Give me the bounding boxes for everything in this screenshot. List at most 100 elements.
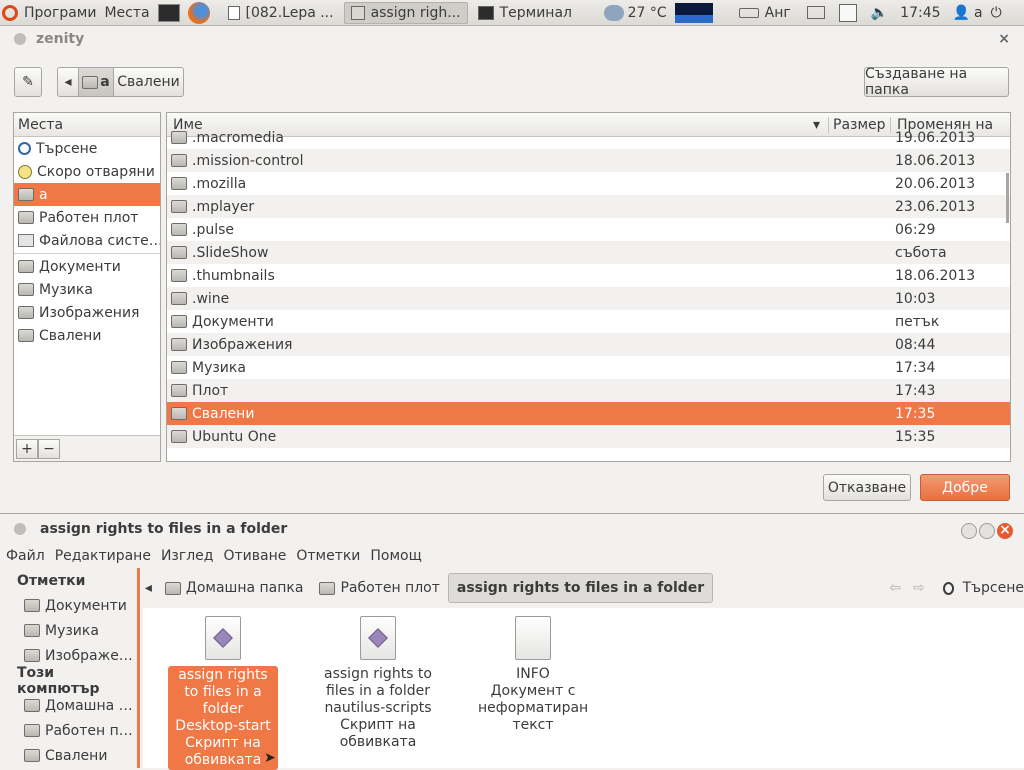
file-row[interactable]: Ubuntu One 15:35 (167, 425, 1010, 448)
file-row[interactable]: .mission-control 18.06.2013 (167, 149, 1010, 172)
sidebar-heading-computer: Този компютър (17, 664, 100, 697)
file-row-selected[interactable]: Свалени 17:35 (167, 402, 1010, 425)
sidebar-item-label: Музика (45, 622, 99, 639)
forward-arrow-icon[interactable]: ⇨ (913, 580, 925, 596)
close-icon[interactable]: × (997, 523, 1013, 539)
search-button-label[interactable]: Търсене (963, 580, 1024, 596)
task-lepa[interactable]: [082.Lepa ... (222, 2, 340, 24)
create-folder-button[interactable]: Създаване на папка (864, 66, 1009, 98)
file-item[interactable]: assign rights to files in a folder nauti… (323, 608, 433, 751)
file-row[interactable]: Документи петък (167, 310, 1010, 333)
edit-path-button[interactable]: ✎ (14, 67, 42, 97)
sidebar-item-home[interactable]: Домашна … (0, 693, 137, 718)
file-list-scrollbar[interactable] (1006, 173, 1009, 223)
apps-menu[interactable]: Програми (0, 0, 100, 26)
menu-view[interactable]: Изглед (155, 548, 218, 564)
minimize-icon[interactable] (961, 523, 977, 539)
file-row[interactable]: .macromedia 19.06.2013 (167, 126, 1010, 149)
back-arrow-icon[interactable]: ⇦ (889, 580, 901, 596)
place-pictures[interactable]: Изображения (14, 301, 160, 324)
power-icon[interactable]: ⏻ (987, 0, 1006, 26)
firefox-launcher-icon[interactable] (184, 0, 214, 26)
keyboard-indicator[interactable]: Анг (735, 0, 795, 26)
place-label: Работен плот (39, 209, 139, 226)
breadcrumb: ◂ Домашна папка Работен плот assign righ… (140, 568, 1024, 608)
file-row[interactable]: .mozilla 20.06.2013 (167, 172, 1010, 195)
file-row[interactable]: Плот 17:43 (167, 379, 1010, 402)
place-documents[interactable]: Документи (14, 255, 160, 278)
script-file-icon (205, 616, 241, 660)
file-row[interactable]: Изображения 08:44 (167, 333, 1010, 356)
place-home[interactable]: a (14, 183, 160, 206)
remove-bookmark-button[interactable]: − (38, 438, 60, 459)
menu-go[interactable]: Отиване (217, 548, 290, 564)
file-name: .wine (192, 290, 230, 307)
window-menu-icon[interactable] (14, 33, 26, 45)
weather-applet[interactable]: 27 °C (600, 0, 671, 26)
sidebar-item-documents[interactable]: Документи (0, 593, 137, 618)
terminal-launcher-icon[interactable] (154, 0, 184, 26)
window-menu-icon[interactable] (14, 523, 26, 535)
close-icon[interactable]: × (998, 31, 1010, 47)
search-icon[interactable] (942, 581, 954, 595)
clock[interactable]: 17:45 (896, 0, 944, 26)
path-button-home[interactable]: a (78, 67, 114, 97)
place-recent[interactable]: Скоро отваряни (14, 160, 160, 183)
places-menu[interactable]: Места (100, 0, 153, 26)
file-date: 17:35 (895, 405, 936, 422)
place-label: Изображения (39, 304, 140, 321)
place-downloads[interactable]: Свалени (14, 324, 160, 347)
file-view: assign rights to files in a folder Deskt… (143, 608, 1024, 770)
file-row[interactable]: .thumbnails 18.06.2013 (167, 264, 1010, 287)
menu-file[interactable]: Файл (0, 548, 49, 564)
cancel-button[interactable]: Отказване (823, 474, 911, 501)
task-assign-rights[interactable]: assign righ... (343, 1, 468, 24)
path-back-button[interactable]: ◂ (57, 67, 79, 97)
place-desktop[interactable]: Работен плот (14, 206, 160, 229)
add-bookmark-button[interactable]: + (16, 438, 38, 459)
crumb-desktop[interactable]: Работен плот (311, 573, 447, 603)
file-row[interactable]: .pulse 06:29 (167, 218, 1010, 241)
cancel-label: Отказване (827, 479, 907, 496)
file-item-label: assign rights to files in a folder Deskt… (168, 666, 278, 770)
place-filesystem[interactable]: Файлова систе… (14, 229, 160, 252)
file-name: Документи (192, 313, 274, 330)
file-name: .macromedia (192, 129, 284, 146)
terminal-window-icon (477, 5, 494, 20)
file-item-name: INFO (516, 666, 550, 682)
file-item-selected[interactable]: assign rights to files in a folder Deskt… (168, 608, 278, 770)
breadcrumb-left-arrow-icon[interactable]: ◂ (140, 580, 157, 596)
file-name: Плот (192, 382, 229, 399)
place-search[interactable]: Търсене (14, 137, 160, 160)
file-name: Ubuntu One (192, 428, 277, 445)
system-monitor[interactable] (671, 0, 717, 26)
maximize-icon[interactable] (979, 523, 995, 539)
file-row[interactable]: .wine 10:03 (167, 287, 1010, 310)
mail-icon[interactable] (803, 0, 829, 26)
place-music[interactable]: Музика (14, 278, 160, 301)
menu-bookmarks[interactable]: Отметки (290, 548, 364, 564)
user-menu[interactable]: 👤 a (949, 0, 987, 26)
volume-icon[interactable]: 🔈 (867, 0, 892, 26)
ok-button[interactable]: Добре (920, 474, 1010, 501)
task-terminal[interactable]: Терминал (472, 2, 592, 24)
file-item[interactable]: INFO Документ с неформатиран текст (478, 608, 588, 734)
network-icon[interactable] (835, 0, 861, 26)
file-row[interactable]: .mplayer 23.06.2013 (167, 195, 1010, 218)
sidebar-item-downloads[interactable]: Свалени (0, 743, 137, 768)
menu-edit[interactable]: Редактиране (49, 548, 155, 564)
sidebar-item-music[interactable]: Музика (0, 618, 137, 643)
file-date: 18.06.2013 (895, 267, 976, 284)
sidebar-item-label: Домашна … (45, 697, 133, 714)
sidebar-item-desktop[interactable]: Работен п… (0, 718, 137, 743)
folder-icon (171, 292, 187, 305)
nautilus-window: assign rights to files in a folder × Фай… (0, 514, 1024, 770)
menu-help[interactable]: Помощ (364, 548, 425, 564)
crumb-current[interactable]: assign rights to files in a folder (447, 573, 714, 603)
crumb-home[interactable]: Домашна папка (157, 573, 312, 603)
path-button-downloads[interactable]: Свалени (113, 67, 184, 97)
file-row[interactable]: .SlideShow събота (167, 241, 1010, 264)
ok-label: Добре (942, 479, 988, 496)
places-header: Места (14, 113, 160, 137)
file-row[interactable]: Музика 17:34 (167, 356, 1010, 379)
